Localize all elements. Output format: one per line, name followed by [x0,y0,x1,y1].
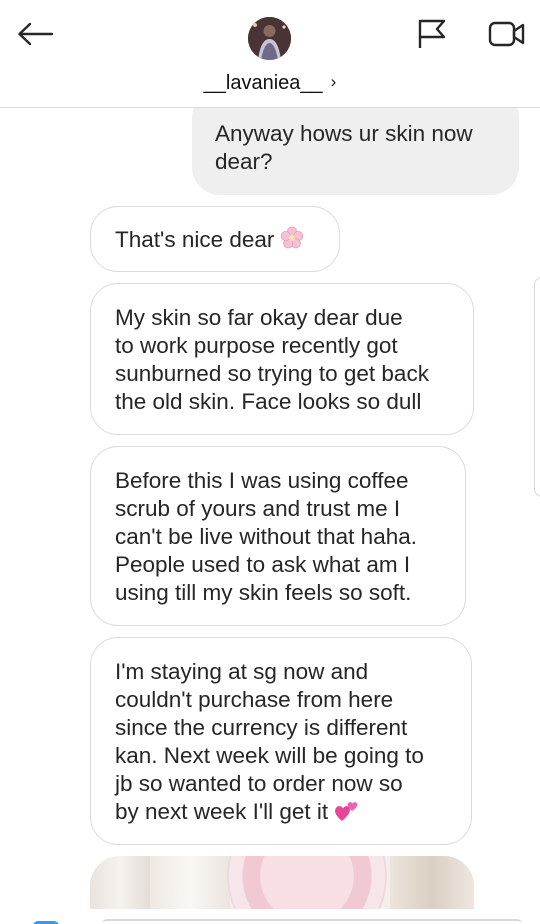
message-line: scrub of yours and trust me I [115,496,401,521]
message-line: by next week I'll get it [115,798,451,830]
message-line: Anyway hows ur skin now [215,121,473,146]
back-button[interactable] [14,18,56,54]
message-line: That's nice dear [115,225,317,258]
image-attachment[interactable] [90,856,474,909]
chevron-right-icon: › [330,72,337,91]
message-line: sunburned so trying to get back [115,361,429,386]
report-button[interactable] [414,18,450,54]
message-line: kan. Next week will be going to [115,743,424,768]
message-input[interactable] [102,919,522,924]
message-bubble-received[interactable]: I'm staying at sg now and couldn't purch… [90,637,472,845]
avatar[interactable] [248,17,291,60]
image-background [150,856,230,909]
message-bubble-received[interactable]: My skin so far okay dear due to work pur… [90,283,474,435]
message-line: jb so wanted to order now so [115,771,403,796]
message-thread: Anyway hows ur skin now dear? That's nic… [0,0,540,924]
message-line: can't be live without that haha. [115,524,417,549]
message-line: using till my skin feels so soft. [115,580,412,605]
message-line: since the currency is different [115,715,408,740]
message-line: I'm staying at sg now and [115,659,369,684]
chat-header: __lavaniea__ › [0,0,540,108]
cherry-blossom-icon [279,225,305,258]
message-line: My skin so far okay dear due [115,305,403,330]
image-background [390,856,474,909]
video-call-button[interactable] [486,18,528,54]
username-link[interactable]: __lavaniea__ › [0,69,540,96]
message-line: the old skin. Face looks so dull [115,389,422,414]
message-line: Before this I was using coffee [115,468,409,493]
flag-icon [416,18,448,55]
image-background [90,856,150,909]
username: __lavaniea__ [203,72,323,94]
video-call-icon [488,19,526,54]
image-plate [227,856,387,909]
message-line: People used to ask what am I [115,552,411,577]
scroll-indicator[interactable] [534,277,540,497]
message-bubble-received[interactable]: That's nice dear [90,206,340,272]
message-line: to work purpose recently got [115,333,398,358]
message-bubble-received[interactable]: Before this I was using coffee scrub of … [90,446,466,626]
message-line: dear? [215,149,273,174]
message-line: couldn't purchase from here [115,687,394,712]
arrow-left-icon [16,21,54,52]
two-hearts-icon [333,799,361,830]
composer-area [0,909,540,924]
